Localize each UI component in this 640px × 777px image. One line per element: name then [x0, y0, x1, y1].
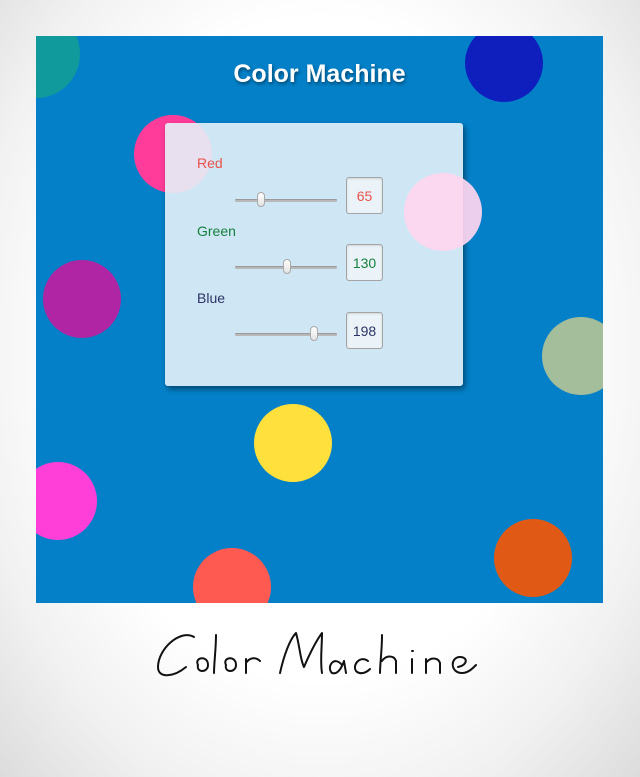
- dot-light-pink: [404, 173, 482, 251]
- dot-sage: [542, 317, 603, 395]
- dot-yellow: [254, 404, 332, 482]
- blue-slider-thumb[interactable]: [310, 326, 319, 341]
- blue-label: Blue: [197, 290, 226, 306]
- app-title: Color Machine: [233, 60, 406, 88]
- blue-value-field[interactable]: 198: [346, 312, 383, 349]
- red-slider-track: [235, 199, 337, 202]
- red-slider[interactable]: [235, 192, 337, 208]
- blue-slider[interactable]: [235, 326, 337, 342]
- dot-purple: [43, 260, 121, 338]
- green-slider[interactable]: [235, 259, 337, 275]
- caption-signature-svg: [157, 632, 477, 677]
- red-slider-thumb[interactable]: [257, 192, 265, 207]
- handwritten-caption: [0, 615, 640, 700]
- green-value-field[interactable]: 130: [346, 244, 383, 281]
- red-value-field[interactable]: 65: [346, 177, 383, 214]
- dot-magenta: [36, 462, 97, 540]
- green-slider-thumb[interactable]: [283, 259, 292, 274]
- green-label: Green: [197, 223, 236, 239]
- color-machine-stage: Color Machine Red 65 Green 130 Blue 198: [36, 36, 603, 603]
- color-control-panel: Red 65 Green 130 Blue 198: [165, 123, 463, 386]
- dot-orange: [494, 519, 572, 597]
- dot-coral: [193, 548, 271, 603]
- blue-slider-track: [235, 333, 337, 336]
- red-label: Red: [197, 155, 223, 171]
